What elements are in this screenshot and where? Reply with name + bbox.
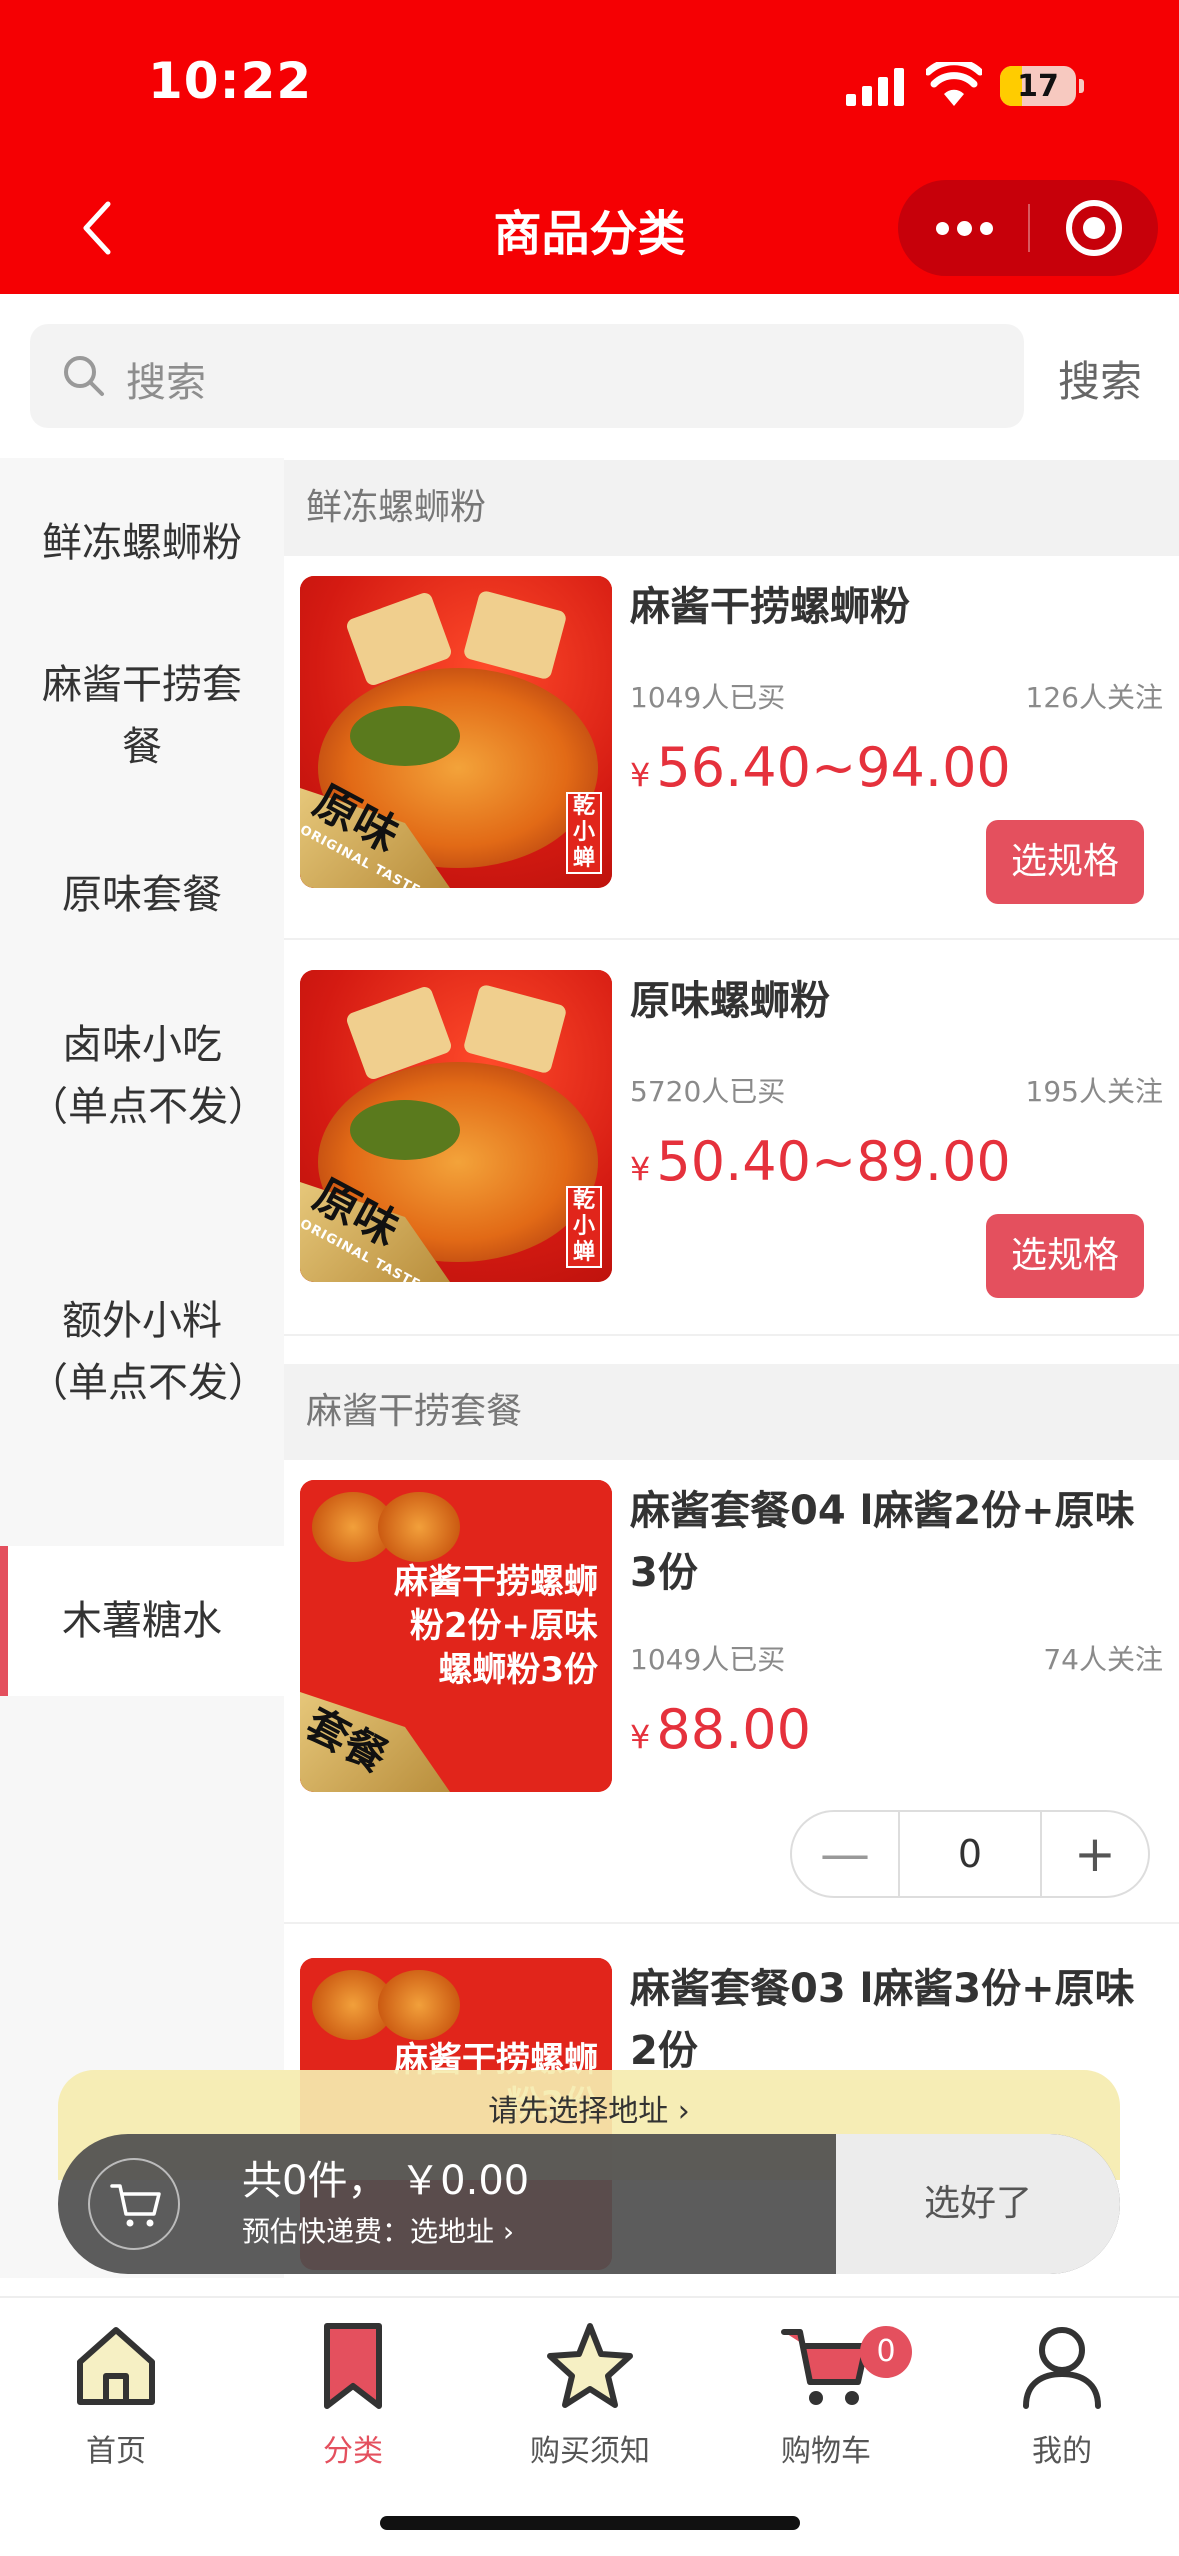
quantity-value[interactable]: 0 (900, 1812, 1040, 1896)
product-price: ¥88.00 (630, 1698, 811, 1761)
cart-count-badge: 0 (860, 2326, 912, 2378)
search-placeholder: 搜索 (126, 360, 206, 406)
more-icon[interactable] (932, 206, 996, 250)
search-input[interactable]: 搜索 (30, 324, 1024, 428)
sidebar-item-original-combo[interactable]: 原味套餐 (0, 858, 284, 968)
battery-indicator: 17 (1000, 66, 1084, 106)
sidebar-item-label: 卤味小吃（单点不发） (28, 1022, 268, 1130)
cart-button[interactable] (88, 2158, 180, 2250)
search-icon (64, 356, 104, 396)
sidebar-item-label: 原味套餐 (62, 872, 222, 918)
sidebar-item-cassava-dessert[interactable]: 木薯糖水 (0, 1546, 284, 1696)
select-spec-button[interactable]: 选规格 (986, 820, 1144, 904)
section-header: 麻酱干捞套餐 (284, 1364, 1179, 1460)
product-image[interactable]: 麻酱干捞螺蛳粉2份+原味螺蛳粉3份 套餐 (300, 1480, 612, 1792)
tab-purchase-notes[interactable]: 购买须知 (490, 2316, 690, 2476)
sidebar-item-label: 额外小料（单点不发） (28, 1298, 268, 1406)
shipping-estimate[interactable]: 预估快递费：选地址 › (242, 2210, 514, 2250)
decrease-button[interactable]: — (792, 1812, 900, 1896)
sidebar-item-label: 木薯糖水 (62, 1598, 222, 1644)
mini-program-capsule (898, 180, 1158, 276)
product-image-text: 麻酱干捞螺蛳粉2份+原味螺蛳粉3份 (394, 1562, 598, 1690)
select-spec-button[interactable]: 选规格 (986, 1214, 1144, 1298)
product-sold-count: 1049人已买 (630, 1643, 786, 1676)
product-item[interactable]: 原味 ORIGINAL TASTE 乾小蝉 原味螺蛳粉 5720人已买 195人关… (284, 970, 1179, 1330)
increase-button[interactable]: + (1040, 1812, 1148, 1896)
status-time: 10:22 (148, 52, 313, 110)
address-tip-text: 请先选择地址 › (488, 2094, 690, 2129)
home-icon (77, 2327, 155, 2405)
home-indicator (380, 2516, 800, 2530)
brand-seal: 乾小蝉 (566, 792, 602, 874)
tab-label: 首页 (86, 2434, 146, 2469)
section-header: 鲜冻螺蛳粉 (284, 460, 1179, 556)
search-bar: 搜索 搜索 (0, 294, 1179, 458)
sidebar-item-fresh-noodles[interactable]: 鲜冻螺蛳粉 (0, 478, 284, 608)
product-name: 麻酱套餐03 l麻酱3份+原味2份 (630, 1966, 1135, 2074)
category-sidebar: 鲜冻螺蛳粉 麻酱干捞套餐 原味套餐 卤味小吃（单点不发） 额外小料（单点不发） … (0, 458, 284, 2278)
product-list: 鲜冻螺蛳粉 原味 ORIGINAL TASTE 乾小蝉 麻酱干捞螺蛳粉 1049人… (284, 458, 1179, 2278)
product-name: 麻酱干捞螺蛳粉 (630, 584, 910, 630)
product-follow-count: 126人关注 (1025, 681, 1163, 714)
product-image[interactable]: 原味 ORIGINAL TASTE 乾小蝉 (300, 576, 612, 888)
cellular-signal-icon (846, 68, 904, 106)
cart-total: 共0件， ￥0.00 (242, 2158, 530, 2204)
battery-level: 17 (1017, 69, 1059, 104)
sidebar-item-sesame-combo[interactable]: 麻酱干捞套餐 (0, 638, 284, 808)
quantity-stepper: — 0 + (790, 1810, 1150, 1898)
tab-label: 购买须知 (530, 2434, 650, 2469)
sidebar-item-label: 鲜冻螺蛳粉 (42, 520, 242, 566)
sidebar-item-extra-toppings[interactable]: 额外小料（单点不发） (0, 1290, 284, 1490)
tab-category[interactable]: 分类 (253, 2316, 453, 2476)
star-icon (547, 2323, 633, 2408)
sidebar-item-label: 麻酱干捞套餐 (42, 662, 242, 770)
product-follow-count: 74人关注 (1043, 1643, 1163, 1676)
cart-icon (110, 2184, 161, 2227)
tab-profile[interactable]: 我的 (962, 2316, 1162, 2476)
tab-label: 分类 (323, 2434, 383, 2469)
product-price: ¥50.40~89.00 (630, 1130, 1011, 1193)
product-follow-count: 195人关注 (1025, 1075, 1163, 1108)
cart-icon (781, 2329, 869, 2405)
checkout-button[interactable]: 选好了 (836, 2134, 1120, 2274)
product-price: ¥56.40~94.00 (630, 736, 1011, 799)
product-item[interactable]: 原味 ORIGINAL TASTE 乾小蝉 麻酱干捞螺蛳粉 1049人已买 126… (284, 576, 1179, 936)
product-sold-count: 1049人已买 (630, 681, 786, 714)
product-name: 麻酱套餐04 l麻酱2份+原味3份 (630, 1488, 1135, 1596)
brand-seal: 乾小蝉 (566, 1186, 602, 1268)
user-icon (1023, 2327, 1101, 2409)
product-image[interactable]: 原味 ORIGINAL TASTE 乾小蝉 (300, 970, 612, 1282)
search-button[interactable]: 搜索 (1058, 348, 1142, 409)
tab-label: 购物车 (781, 2434, 871, 2469)
product-name: 原味螺蛳粉 (630, 978, 830, 1024)
bookmark-icon (324, 2323, 382, 2409)
tab-label: 我的 (1032, 2434, 1092, 2469)
active-indicator (0, 1546, 8, 1696)
sidebar-item-braised-snacks[interactable]: 卤味小吃（单点不发） (0, 1014, 284, 1214)
tab-cart[interactable]: 0 购物车 (726, 2316, 926, 2476)
wifi-icon (926, 62, 982, 106)
cart-bar: 共0件， ￥0.00 预估快递费：选地址 › 选好了 (58, 2134, 1120, 2274)
header-bar: 10:22 17 商品分类 (0, 0, 1179, 294)
product-sold-count: 5720人已买 (630, 1075, 786, 1108)
tab-home[interactable]: 首页 (16, 2316, 216, 2476)
product-item[interactable]: 麻酱干捞螺蛳粉2份+原味螺蛳粉3份 套餐 麻酱套餐04 l麻酱2份+原味3份 1… (284, 1480, 1179, 1920)
close-miniprogram-icon[interactable] (1066, 200, 1122, 256)
